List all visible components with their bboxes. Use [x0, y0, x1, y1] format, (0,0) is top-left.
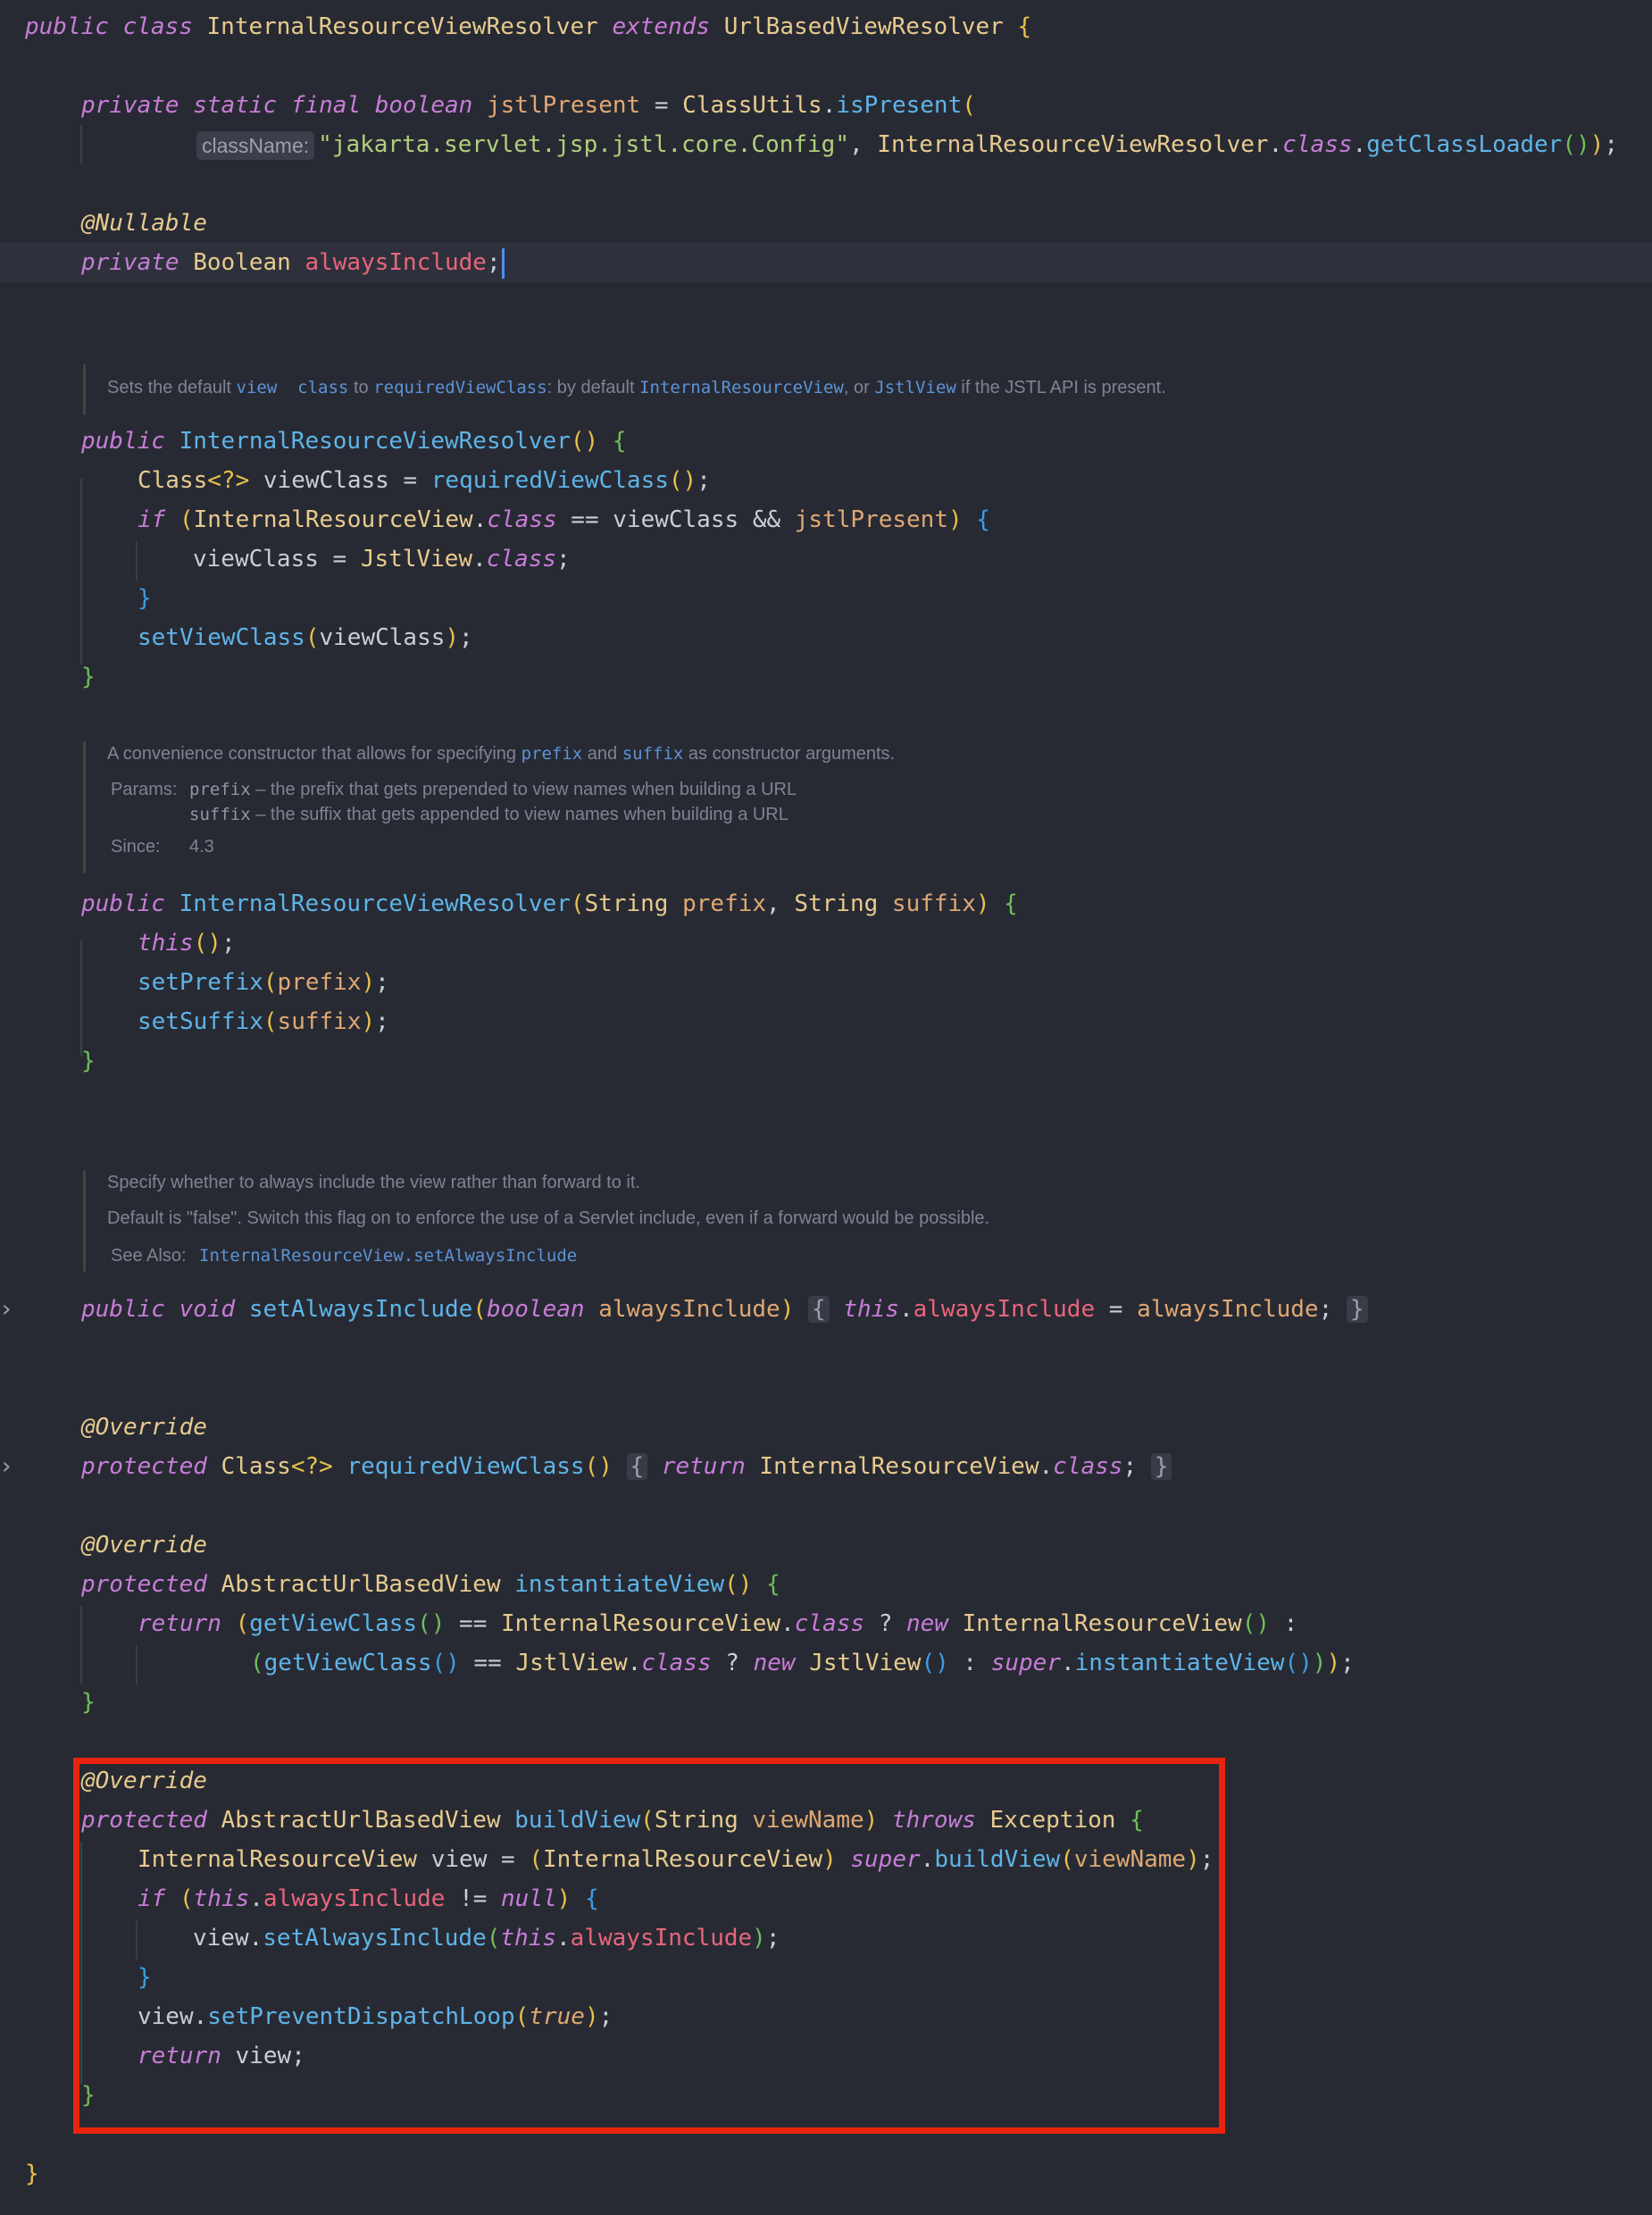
code-line[interactable]: protected Class<?> requiredViewClass() {…	[81, 1447, 1172, 1486]
indent-guide	[80, 1606, 82, 1684]
code-line-current[interactable]: private Boolean alwaysInclude;	[0, 243, 1652, 282]
indent-guide	[80, 479, 82, 664]
code-line[interactable]: @Override	[81, 1408, 207, 1447]
code-line[interactable]: public class InternalResourceViewResolve…	[25, 7, 1031, 46]
code-line[interactable]: @Nullable	[81, 204, 207, 243]
doc-link[interactable]: view class	[237, 378, 349, 397]
code-line[interactable]: }	[25, 2154, 39, 2194]
doc-link[interactable]: suffix	[622, 744, 684, 764]
code-line[interactable]: setSuffix(suffix);	[138, 1002, 389, 1041]
code-line[interactable]: setViewClass(viewClass);	[138, 618, 473, 657]
code-line[interactable]: }	[81, 1041, 96, 1081]
indent-guide	[80, 125, 82, 164]
code-line[interactable]: public InternalResourceViewResolver(Stri…	[81, 884, 1018, 924]
code-line[interactable]: viewClass = JstlView.class;	[193, 539, 571, 579]
doc-link[interactable]: requiredViewClass	[373, 378, 546, 397]
doc-link[interactable]: JstlView	[874, 378, 956, 397]
indent-guide	[80, 940, 82, 1056]
doc-comment: Sets the default view class to requiredV…	[83, 364, 1247, 414]
fold-marker[interactable]: {	[808, 1296, 830, 1323]
code-line[interactable]: @Override	[81, 1525, 207, 1565]
highlight-box	[73, 1758, 1225, 2134]
fold-marker[interactable]: }	[1150, 1453, 1172, 1480]
code-line[interactable]: private static final boolean jstlPresent…	[81, 86, 976, 125]
code-line[interactable]: setPrefix(prefix);	[138, 963, 389, 1002]
code-line[interactable]: this();	[138, 924, 236, 963]
code-line[interactable]: public InternalResourceViewResolver() {	[81, 422, 627, 461]
doc-link[interactable]: InternalResourceView.setAlwaysInclude	[199, 1246, 577, 1266]
parameter-hint: className:	[196, 130, 315, 160]
doc-comment: A convenience constructor that allows fo…	[83, 741, 1247, 873]
code-editor[interactable]: public class InternalResourceViewResolve…	[0, 0, 1652, 2215]
doc-link[interactable]: InternalResourceView	[639, 378, 844, 397]
chevron-right-icon[interactable]: ›	[2, 1447, 14, 1486]
code-line[interactable]: }	[81, 657, 96, 697]
fold-marker[interactable]: {	[626, 1453, 648, 1480]
indent-guide	[136, 1645, 138, 1684]
code-line[interactable]: }	[81, 1683, 96, 1722]
fold-marker[interactable]: }	[1346, 1296, 1368, 1323]
code-line[interactable]: Class<?> viewClass = requiredViewClass()…	[138, 461, 711, 500]
code-line[interactable]: return (getViewClass() == InternalResour…	[138, 1604, 1297, 1643]
doc-comment: Specify whether to always include the vi…	[83, 1170, 1247, 1272]
indent-guide	[136, 541, 138, 581]
code-line[interactable]: protected AbstractUrlBasedView instantia…	[81, 1565, 780, 1604]
chevron-right-icon[interactable]: ›	[2, 1290, 14, 1329]
text-caret	[501, 247, 505, 279]
code-line[interactable]: }	[138, 579, 152, 618]
code-line[interactable]: if (InternalResourceView.class == viewCl…	[138, 500, 990, 539]
doc-link[interactable]: prefix	[521, 744, 583, 764]
code-line[interactable]: (getViewClass() == JstlView.class ? new …	[250, 1643, 1355, 1683]
code-line[interactable]: public void setAlwaysInclude(boolean alw…	[81, 1290, 1368, 1329]
code-line[interactable]: className: "jakarta.servlet.jsp.jstl.core…	[196, 125, 1618, 164]
